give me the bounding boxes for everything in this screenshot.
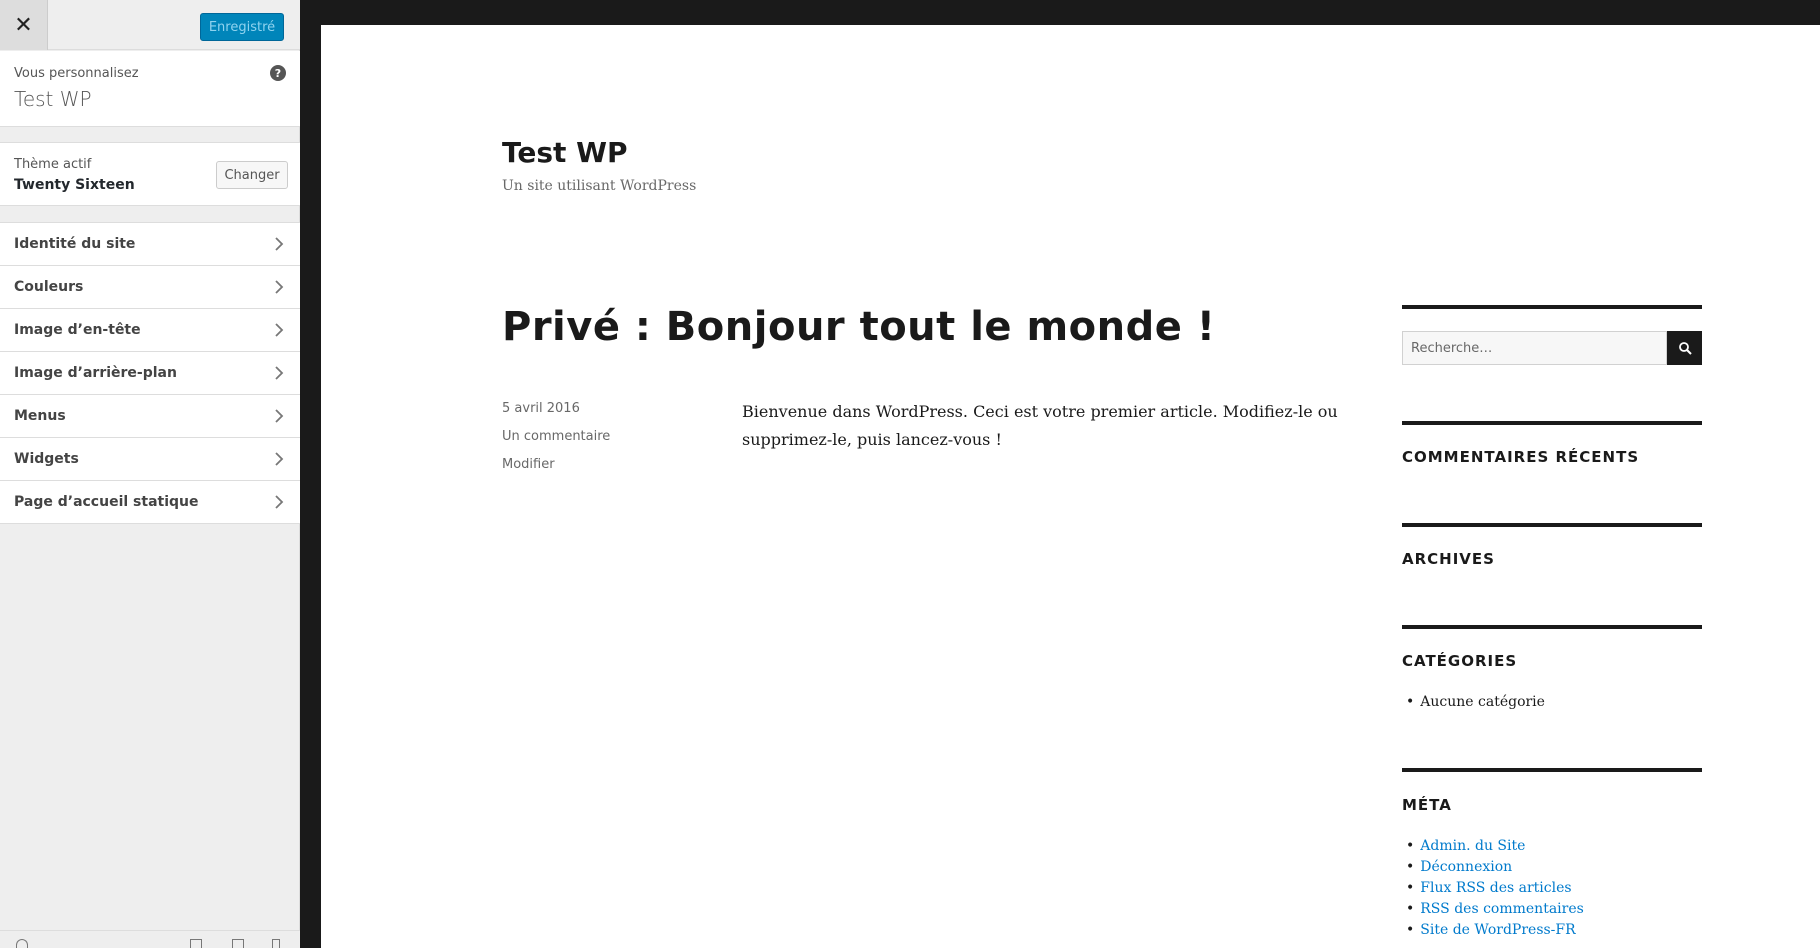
active-theme-section: Thème actif Twenty Sixteen Changer [0, 142, 300, 206]
section-label: Menus [14, 408, 66, 424]
widget-title-meta: MÉTA [1402, 796, 1452, 814]
widget-title-categories: CATÉGORIES [1402, 652, 1518, 670]
collapse-icon[interactable] [16, 939, 28, 948]
preview-frame-border [300, 0, 321, 948]
post-title[interactable]: Privé : Bonjour tout le monde ! [502, 304, 1216, 350]
customizer-sections: Identité du site Couleurs Image d’en-têt… [0, 222, 300, 524]
search-icon [1678, 342, 1692, 355]
categories-list: Aucune catégorie [1406, 692, 1545, 713]
customizer-footer [0, 930, 300, 948]
section-header-image[interactable]: Image d’en-tête [0, 309, 300, 352]
section-label: Page d’accueil statique [14, 494, 199, 510]
chevron-right-icon [275, 280, 284, 294]
post-edit-link[interactable]: Modifier [502, 457, 555, 472]
widget-title-recent-comments: COMMENTAIRES RÉCENTS [1402, 448, 1640, 466]
search-input[interactable]: Recherche… [1402, 331, 1667, 365]
meta-link[interactable]: Admin. du Site [1406, 836, 1584, 857]
tablet-preview-icon[interactable] [232, 939, 244, 948]
meta-link[interactable]: RSS des commentaires [1406, 899, 1584, 920]
meta-link[interactable]: Site de WordPress-FR [1406, 920, 1584, 941]
meta-links-list: Admin. du Site Déconnexion Flux RSS des … [1406, 836, 1584, 941]
section-widgets[interactable]: Widgets [0, 438, 300, 481]
chevron-right-icon [275, 323, 284, 337]
widget-divider [1402, 421, 1702, 425]
save-button[interactable]: Enregistré [200, 13, 284, 41]
help-icon[interactable]: ? [270, 65, 286, 81]
customizer-sidebar: ✕ Enregistré Vous personnalisez Test WP … [0, 0, 300, 948]
change-theme-button[interactable]: Changer [216, 161, 288, 189]
list-item[interactable]: Aucune catégorie [1406, 692, 1545, 713]
meta-link[interactable]: Déconnexion [1406, 857, 1584, 878]
site-title[interactable]: Test WP [502, 136, 628, 169]
widget-title-archives: ARCHIVES [1402, 550, 1495, 568]
theme-name: Twenty Sixteen [14, 177, 135, 193]
site-tagline: Un site utilisant WordPress [502, 178, 697, 194]
chevron-right-icon [275, 237, 284, 251]
widget-divider [1402, 305, 1702, 309]
section-static-front-page[interactable]: Page d’accueil statique [0, 481, 300, 524]
post-content: Bienvenue dans WordPress. Ceci est votre… [742, 402, 1338, 449]
section-colors[interactable]: Couleurs [0, 266, 300, 309]
meta-link[interactable]: Flux RSS des articles [1406, 878, 1584, 899]
chevron-right-icon [275, 495, 284, 509]
customizer-info: Vous personnalisez Test WP ? [0, 51, 300, 127]
info-caption: Vous personnalisez [14, 66, 139, 81]
section-label: Identité du site [14, 236, 136, 252]
preview-frame-border [300, 0, 1820, 25]
post-comments-link[interactable]: Un commentaire [502, 429, 610, 444]
search-button[interactable] [1667, 331, 1702, 365]
mobile-preview-icon[interactable] [272, 939, 280, 948]
chevron-right-icon [275, 409, 284, 423]
section-label: Image d’en-tête [14, 322, 141, 338]
close-icon[interactable]: ✕ [0, 0, 48, 50]
widget-divider [1402, 523, 1702, 527]
section-site-identity[interactable]: Identité du site [0, 223, 300, 266]
post-date[interactable]: 5 avril 2016 [502, 401, 580, 416]
info-site-title: Test WP [14, 87, 92, 111]
section-label: Image d’arrière-plan [14, 365, 177, 381]
widget-divider [1402, 768, 1702, 772]
theme-caption: Thème actif [14, 157, 92, 172]
section-background-image[interactable]: Image d’arrière-plan [0, 352, 300, 395]
section-label: Widgets [14, 451, 79, 467]
widget-divider [1402, 625, 1702, 629]
customizer-header: ✕ Enregistré [0, 0, 300, 50]
chevron-right-icon [275, 366, 284, 380]
desktop-preview-icon[interactable] [190, 939, 202, 948]
section-menus[interactable]: Menus [0, 395, 300, 438]
section-label: Couleurs [14, 279, 84, 295]
chevron-right-icon [275, 452, 284, 466]
